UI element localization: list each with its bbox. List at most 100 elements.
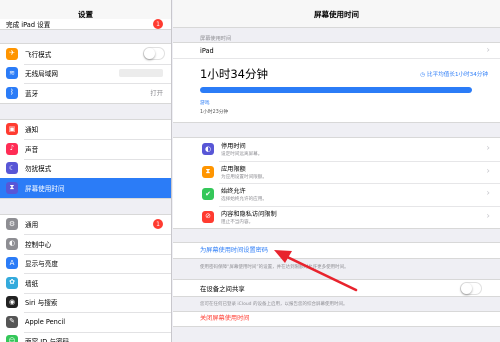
option-content-privacy[interactable]: ⊘ 内容和隐私访问限制 阻止不当内容。 › xyxy=(173,205,500,229)
sidebar-item-label: 完成 iPad 设置 xyxy=(6,21,51,29)
sidebar-group-setup: 完成 iPad 设置 1 xyxy=(0,19,171,30)
general-icon: ⚙ xyxy=(6,218,18,231)
sidebar-item-control-center[interactable]: ◐ 控制中心 xyxy=(0,234,171,254)
option-app-limits[interactable]: ⧗ 应用限额 为应用设置时间限额。 › xyxy=(173,160,500,184)
control-center-icon: ◐ xyxy=(6,237,18,250)
sidebar-item-screen-time[interactable]: ⧗ 屏幕使用时间 xyxy=(0,178,171,198)
sidebar-item-sounds[interactable]: ♪ 声音 xyxy=(0,139,171,159)
passcode-card: 为屏幕使用时间设置密码 xyxy=(173,242,500,259)
device-row[interactable]: iPad › xyxy=(173,43,500,59)
sidebar-item-label: 勿扰模式 xyxy=(25,165,52,174)
option-subtitle: 选择始终允许的应用。 xyxy=(221,197,267,203)
siri-icon: ◉ xyxy=(6,296,18,309)
sidebar-item-label: 面容 ID 与密码 xyxy=(25,336,171,342)
option-subtitle: 设定时间远离屏幕。 xyxy=(221,152,263,158)
share-across-devices-row[interactable]: 在设备之间共享 xyxy=(173,280,500,296)
sidebar-item-siri[interactable]: ◉ Siri 与搜索 xyxy=(0,292,171,313)
sidebar-item-general[interactable]: ⚙ 通用 1 xyxy=(0,215,171,235)
sidebar-item-label: 无线局域网 xyxy=(25,70,58,79)
sidebar-group-notifications: ▣ 通知 ♪ 声音 ☾ 勿扰模式 ⧗ 屏幕使用时间 xyxy=(0,118,171,199)
sidebar-item-label: Apple Pencil xyxy=(25,317,66,326)
airplane-icon: ✈ xyxy=(6,47,18,60)
option-title: 内容和隐私访问限制 xyxy=(221,210,277,218)
sidebar-item-label: 墙纸 xyxy=(25,279,39,288)
sidebar-item-display[interactable]: A 显示与亮度 xyxy=(0,253,171,274)
usage-summary-card[interactable]: iPad › 1小时34分钟 ◷ 比平均值长1小时34分钟 游戏 1小时23分钟 xyxy=(173,42,500,123)
sidebar-item-do-not-disturb[interactable]: ☾ 勿扰模式 xyxy=(0,158,171,179)
sidebar-item-finish-setup[interactable]: 完成 iPad 设置 1 xyxy=(0,19,171,29)
total-time-row: 1小时34分钟 ◷ 比平均值长1小时34分钟 xyxy=(173,59,500,87)
option-text: 应用限额 为应用设置时间限额。 xyxy=(221,164,500,180)
sidebar-item-airplane[interactable]: ✈ 飞行模式 xyxy=(0,44,171,64)
chevron-right-icon: › xyxy=(486,166,490,177)
sounds-icon: ♪ xyxy=(6,142,18,155)
sidebar-item-label: 控制中心 xyxy=(25,240,52,249)
downtime-icon: ◐ xyxy=(202,143,214,156)
turn-off-screen-time-button[interactable]: 关闭屏幕使用时间 xyxy=(173,312,500,326)
face-id-icon: ☺ xyxy=(6,335,18,342)
clock-icon: ◷ xyxy=(420,72,426,78)
sidebar-item-wifi[interactable]: ≋ 无线局域网 xyxy=(0,63,171,84)
sidebar-item-bluetooth[interactable]: ᛒ 蓝牙 打开 xyxy=(0,83,171,103)
sidebar-item-label: 飞行模式 xyxy=(25,50,52,59)
turn-off-card: 关闭屏幕使用时间 xyxy=(173,311,500,327)
chevron-right-icon: › xyxy=(486,211,490,222)
share-toggle[interactable] xyxy=(460,281,482,295)
usage-category-time: 1小时23分钟 xyxy=(200,110,229,115)
chevron-right-icon: › xyxy=(486,45,490,55)
sidebar-item-wallpaper[interactable]: ✿ 墙纸 xyxy=(0,273,171,293)
do-not-disturb-icon: ☾ xyxy=(6,162,18,175)
badge: 1 xyxy=(153,19,163,29)
device-name: iPad xyxy=(200,47,214,55)
chevron-right-icon: › xyxy=(486,188,490,199)
comparison-text: ◷ 比平均值长1小时34分钟 xyxy=(420,70,488,78)
option-always-allowed[interactable]: ✔ 始终允许 选择始终允许的应用。 › xyxy=(173,183,500,206)
display-icon: A xyxy=(6,257,18,270)
settings-sidebar: 设置 完成 iPad 设置 1 ✈ 飞行模式 ≋ 无线局域网 ᛒ 蓝牙 打开 ▣ 通知 ♪ 声音 ☾… xyxy=(0,0,172,342)
option-subtitle: 为应用设置时间限额。 xyxy=(221,174,267,180)
screen-time-icon: ⧗ xyxy=(6,181,18,194)
sidebar-item-notifications[interactable]: ▣ 通知 xyxy=(0,120,171,140)
sidebar-group-connectivity: ✈ 飞行模式 ≋ 无线局域网 ᛒ 蓝牙 打开 xyxy=(0,43,171,104)
set-passcode-link[interactable]: 为屏幕使用时间设置密码 xyxy=(173,243,500,258)
page-title: 屏幕使用时间 xyxy=(173,0,500,28)
sidebar-item-label: Siri 与搜索 xyxy=(25,299,58,308)
notifications-icon: ▣ xyxy=(6,123,18,136)
option-title: 应用限额 xyxy=(221,165,246,173)
section-label: 屏幕使用时间 xyxy=(200,36,232,42)
bluetooth-icon: ᛒ xyxy=(6,86,18,99)
comparison-label: 比平均值长1小时34分钟 xyxy=(426,72,488,78)
share-note: 您可在任何已登录 iCloud 的设备上启用，以报告您的综合屏幕使用时间。 xyxy=(200,302,348,307)
sidebar-item-apple-pencil[interactable]: ✎ Apple Pencil xyxy=(0,312,171,332)
badge: 1 xyxy=(153,219,163,230)
sidebar-item-label: 声音 xyxy=(25,145,39,154)
usage-category: 游戏 xyxy=(200,101,210,106)
option-downtime[interactable]: ◐ 停用时间 设定时间远离屏幕。 › xyxy=(173,138,500,161)
apple-pencil-icon: ✎ xyxy=(6,315,18,328)
screen-time-detail: 屏幕使用时间 屏幕使用时间 iPad › 1小时34分钟 ◷ 比平均值长1小时3… xyxy=(173,0,500,342)
sidebar-item-label: 通知 xyxy=(25,126,39,135)
screen: 设置 完成 iPad 设置 1 ✈ 飞行模式 ≋ 无线局域网 ᛒ 蓝牙 打开 ▣ 通知 ♪ 声音 ☾… xyxy=(0,0,500,342)
bluetooth-status: 打开 xyxy=(150,90,163,98)
option-text: 停用时间 设定时间远离屏幕。 xyxy=(221,141,500,157)
content-privacy-icon: ⊘ xyxy=(202,210,214,223)
option-title: 始终允许 xyxy=(221,188,246,196)
passcode-note: 使用密码保障“屏幕使用时间”的设置，并在达到限额时允许更多使用时间。 xyxy=(200,265,349,270)
sidebar-group-general: ⚙ 通用 1 ◐ 控制中心 A 显示与亮度 ✿ 墙纸 ◉ Siri 与搜索 ✎ Apple Pencil… xyxy=(0,213,171,342)
chevron-right-icon: › xyxy=(486,143,490,154)
usage-bar xyxy=(200,87,472,93)
wifi-icon: ≋ xyxy=(6,67,18,80)
sidebar-item-face-id[interactable]: ☺ 面容 ID 与密码 xyxy=(0,331,171,342)
total-time: 1小时34分钟 xyxy=(200,67,268,81)
wallpaper-icon: ✿ xyxy=(6,276,18,289)
airplane-toggle[interactable] xyxy=(143,47,165,61)
share-label: 在设备之间共享 xyxy=(200,284,245,293)
sidebar-item-label: 显示与亮度 xyxy=(25,260,58,269)
share-card: 在设备之间共享 xyxy=(173,279,500,297)
sidebar-item-label: 屏幕使用时间 xyxy=(25,184,65,193)
always-allowed-icon: ✔ xyxy=(202,188,214,201)
screen-time-options: ◐ 停用时间 设定时间远离屏幕。 › ⧗ 应用限额 为应用设置时间限额。 › ✔ 始终允许 选择始终… xyxy=(173,137,500,229)
app-limits-icon: ⧗ xyxy=(202,165,214,178)
option-text: 内容和隐私访问限制 阻止不当内容。 xyxy=(221,209,500,225)
sidebar-item-label: 蓝牙 xyxy=(25,89,39,98)
